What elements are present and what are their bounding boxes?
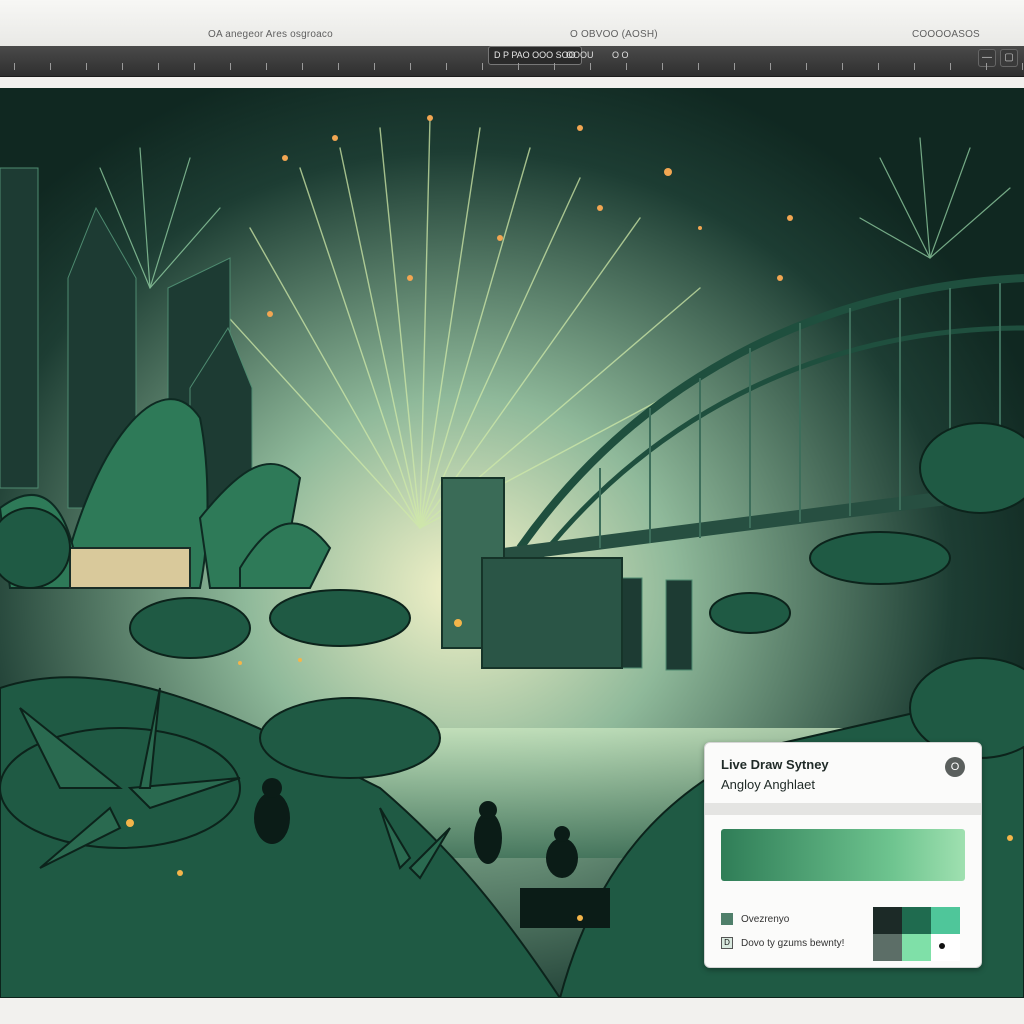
ruler-tick [806,63,807,70]
ruler-tick [986,63,987,70]
ruler-tick [770,63,771,70]
palette-swatch[interactable] [873,934,902,961]
title-bar-left-text: OA anegeor Ares osgroaco [208,29,333,40]
card-row-checkbox[interactable]: D Dovo ty gzums bewnty! [721,937,844,949]
palette-swatch[interactable] [902,934,931,961]
card-subtitle: Angloy Anghlaet [721,777,815,792]
ruler-tick [698,63,699,70]
toolbar: D P PAO OOO SOO OOOU O O — ▢ [0,46,1024,77]
ruler-tick [914,63,915,70]
title-bar-right-text: COOOOASOS [912,29,980,40]
ruler-tick [158,63,159,70]
ruler-tick [878,63,879,70]
ruler-tick [518,63,519,70]
ruler-tick [50,63,51,70]
ruler [0,60,1024,72]
ruler-tick [482,63,483,70]
ruler-tick [842,63,843,70]
palette-swatch[interactable] [931,934,960,961]
palette-swatch[interactable] [902,907,931,934]
ruler-tick [302,63,303,70]
app-title-bar: OA anegeor Ares osgroaco O OBVOO (AOSH) … [0,0,1024,46]
ruler-tick [1022,63,1023,70]
ruler-tick [410,63,411,70]
checkbox-icon[interactable]: D [721,937,733,949]
ruler-tick [446,63,447,70]
color-palette[interactable] [873,907,961,961]
ruler-tick [590,63,591,70]
artwork-canvas[interactable]: Live Draw Sytney Angloy Anghlaet O Ovezr… [0,88,1024,998]
close-icon[interactable]: O [945,757,965,777]
ruler-tick [14,63,15,70]
ruler-tick [554,63,555,70]
card-row-label: Ovezrenyo [741,913,790,925]
info-card: Live Draw Sytney Angloy Anghlaet O Ovezr… [704,742,982,968]
ruler-tick [230,63,231,70]
card-row-swatch[interactable]: Ovezrenyo [721,913,789,925]
bottom-margin [0,998,1024,1024]
ruler-tick [734,63,735,70]
ruler-tick [122,63,123,70]
color-swatch-icon [721,913,733,925]
palette-swatch[interactable] [931,907,960,934]
ruler-tick [626,63,627,70]
ruler-tick [266,63,267,70]
ruler-tick [374,63,375,70]
ruler-tick [338,63,339,70]
color-gradient-preview[interactable] [721,829,965,881]
title-bar-center-text: O OBVOO (AOSH) [570,29,658,40]
ruler-tick [194,63,195,70]
selection-dot-icon [939,943,945,949]
ruler-tick [86,63,87,70]
ruler-tick [950,63,951,70]
ruler-tick [662,63,663,70]
card-divider [705,803,981,815]
card-title: Live Draw Sytney [721,757,829,772]
card-row-label-2: Dovo ty gzums bewnty! [741,937,845,949]
palette-swatch[interactable] [873,907,902,934]
